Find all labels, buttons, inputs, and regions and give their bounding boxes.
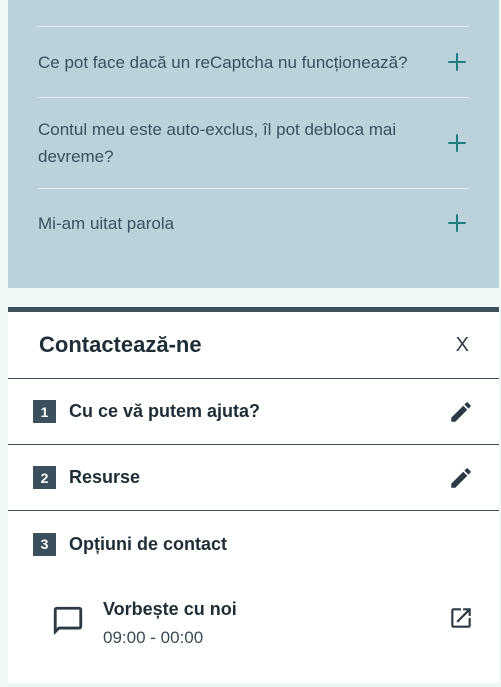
plus-icon[interactable] — [445, 211, 469, 235]
pencil-icon[interactable] — [448, 465, 474, 491]
step-label: Resurse — [69, 467, 141, 487]
faq-question: Contul meu este auto-exclus, îl pot debl… — [38, 120, 397, 166]
faq-list: Ce pot face dacă un reCaptcha nu funcțio… — [38, 26, 469, 257]
panel-header: Contactează-ne X — [8, 312, 499, 379]
contact-option-title: Vorbește cu noi — [103, 599, 237, 619]
step-number: 3 — [33, 532, 56, 556]
step-how-can-we-help[interactable]: 1 Cu ce vă putem ajuta? — [8, 379, 499, 445]
contact-option-chat[interactable]: Vorbește cu noi 09:00 - 00:00 — [8, 577, 499, 651]
plus-icon[interactable] — [445, 50, 469, 74]
step-resources[interactable]: 2 Resurse — [8, 445, 499, 511]
step-number: 1 — [33, 400, 56, 423]
faq-item[interactable]: Contul meu este auto-exclus, îl pot debl… — [38, 98, 469, 189]
faq-question: Ce pot face dacă un reCaptcha nu funcțio… — [38, 52, 408, 72]
step-contact-options: 3 Opțiuni de contact — [8, 511, 499, 577]
step-label: Cu ce vă putem ajuta? — [69, 401, 261, 421]
contact-panel: Contactează-ne X 1 Cu ce vă putem ajuta?… — [8, 307, 499, 683]
step-label: Opțiuni de contact — [69, 533, 228, 554]
external-link-icon[interactable] — [448, 605, 474, 631]
close-button[interactable]: X — [456, 334, 469, 357]
pencil-icon[interactable] — [448, 399, 474, 425]
contact-option-text: Vorbește cu noi 09:00 - 00:00 — [103, 597, 448, 651]
chat-bubble-icon — [53, 606, 83, 636]
plus-icon[interactable] — [445, 131, 469, 155]
faq-question: Mi-am uitat parola — [38, 213, 175, 233]
faq-item[interactable]: Ce pot face dacă un reCaptcha nu funcțio… — [38, 27, 469, 98]
contact-option-hours: 09:00 - 00:00 — [103, 628, 204, 647]
faq-item[interactable]: Mi-am uitat parola — [38, 189, 469, 257]
step-number: 2 — [33, 466, 56, 489]
faq-section: Ce pot face dacă un reCaptcha nu funcțio… — [8, 0, 499, 288]
panel-title: Contactează-ne — [39, 332, 202, 357]
